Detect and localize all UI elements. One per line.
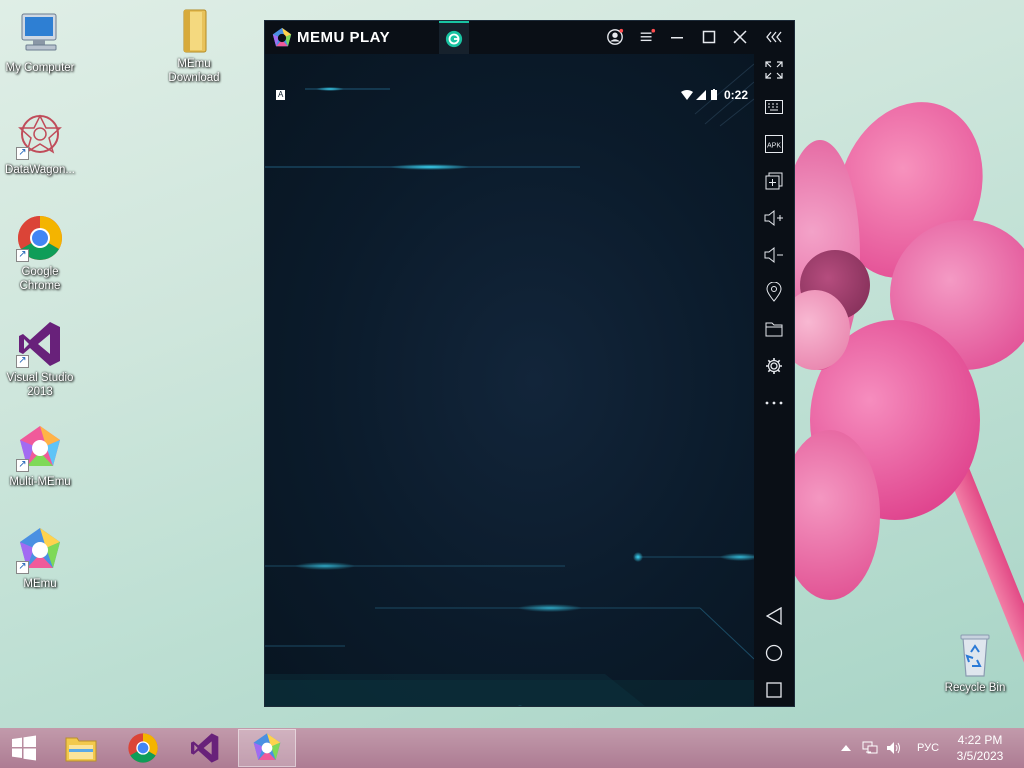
memu-logo-icon — [272, 27, 292, 46]
recents-icon[interactable] — [762, 678, 786, 702]
folder-icon — [170, 6, 218, 54]
settings-icon[interactable] — [762, 354, 786, 378]
desktop-icon-multi-memu[interactable]: ↗ Multi-MEmu — [2, 424, 78, 489]
menu-icon[interactable] — [635, 25, 659, 49]
memu-window[interactable]: MEMU PLAY A 0:22 APK — [264, 20, 795, 707]
home-icon[interactable] — [762, 641, 786, 665]
volume-up-icon[interactable] — [762, 206, 786, 230]
desktop-icon-label: Visual Studio 2013 — [6, 372, 74, 398]
shortcut-arrow-icon: ↗ — [16, 459, 29, 472]
location-icon[interactable] — [762, 280, 786, 304]
taskbar: РУС 4:22 PM 3/5/2023 — [0, 728, 1024, 768]
app-tab-icon — [445, 30, 463, 47]
desktop: My Computer MEmu Download ↗ DataWagon... — [0, 0, 1024, 728]
desktop-icon-datawagon[interactable]: ↗ DataWagon... — [2, 112, 78, 177]
clock[interactable]: 4:22 PM 3/5/2023 — [950, 732, 1010, 764]
flower-wallpaper — [780, 81, 1024, 610]
windows-start-icon[interactable] — [0, 729, 48, 767]
desktop-icon-my-computer[interactable]: My Computer — [2, 10, 78, 75]
desktop-icon-label: My Computer — [5, 62, 75, 74]
back-icon[interactable] — [762, 604, 786, 628]
visual-studio-icon: ↗ — [16, 320, 64, 368]
screen-background — [265, 63, 754, 706]
wifi-icon — [681, 89, 693, 103]
memu-logo-text: MEMU PLAY — [297, 29, 391, 46]
clock-date: 3/5/2023 — [956, 749, 1004, 763]
visual-studio-icon[interactable] — [176, 729, 234, 767]
status-time: 0:22 — [724, 88, 749, 102]
desktop-icon-google-chrome[interactable]: ↗ Google Chrome — [2, 214, 78, 293]
android-screen[interactable]: A 0:22 — [265, 54, 754, 706]
keyboard-icon[interactable] — [762, 95, 786, 119]
more-icon[interactable] — [762, 391, 786, 415]
shortcut-arrow-icon: ↗ — [16, 355, 29, 368]
multi-window-icon[interactable] — [762, 169, 786, 193]
running-app-tab[interactable] — [439, 21, 469, 54]
shortcut-arrow-icon: ↗ — [16, 249, 29, 262]
volume-icon[interactable] — [884, 728, 904, 768]
memu-icon: ↗ — [16, 526, 64, 574]
desktop-icon-label: MEmu Download — [168, 58, 220, 84]
collapse-icon[interactable] — [763, 25, 787, 49]
desktop-icon-memu-download[interactable]: MEmu Download — [156, 6, 232, 85]
folder-icon[interactable] — [762, 317, 786, 341]
multi-memu-icon: ↗ — [16, 424, 64, 472]
desktop-icon-visual-studio[interactable]: ↗ Visual Studio 2013 — [2, 320, 78, 399]
shortcut-arrow-icon: ↗ — [16, 561, 29, 574]
computer-icon — [16, 10, 64, 58]
apk-label: APK — [767, 143, 781, 150]
android-status-bar: A 0:22 — [265, 87, 754, 103]
chrome-icon: ↗ — [16, 214, 64, 262]
desktop-icon-memu[interactable]: ↗ MEmu — [2, 526, 78, 591]
memu-logo: MEMU PLAY — [271, 27, 390, 49]
language-indicator[interactable]: РУС — [910, 728, 946, 768]
volume-down-icon[interactable] — [762, 243, 786, 267]
file-explorer-icon[interactable] — [52, 729, 110, 767]
maximize-icon[interactable] — [697, 25, 721, 49]
desktop-icon-recycle-bin[interactable]: Recycle Bin — [937, 630, 1013, 695]
memu-sidebar: APK — [754, 54, 794, 706]
clock-time: 4:22 PM — [957, 733, 1003, 747]
desktop-icon-label: Recycle Bin — [944, 682, 1006, 694]
shortcut-arrow-icon: ↗ — [16, 147, 29, 160]
status-left-badge: A — [276, 90, 286, 100]
show-hidden-icons-icon[interactable] — [838, 728, 854, 768]
minimize-icon[interactable] — [665, 25, 689, 49]
fullscreen-icon[interactable] — [762, 58, 786, 82]
desktop-icon-label: Multi-MEmu — [9, 476, 71, 488]
account-icon[interactable] — [603, 25, 627, 49]
close-icon[interactable] — [728, 25, 752, 49]
desktop-icon-label: MEmu — [23, 578, 57, 590]
memu-titlebar[interactable]: MEMU PLAY — [265, 21, 794, 54]
desktop-icon-label: DataWagon... — [5, 164, 75, 176]
battery-icon — [711, 89, 717, 103]
desktop-icon-label: Google Chrome — [19, 266, 61, 292]
datawagon-icon: ↗ — [16, 112, 64, 160]
recycle-bin-icon — [951, 630, 999, 678]
signal-icon — [696, 89, 706, 103]
chrome-icon[interactable] — [114, 729, 172, 767]
network-icon[interactable] — [860, 728, 880, 768]
memu-icon[interactable] — [238, 729, 296, 767]
apk-icon[interactable]: APK — [762, 132, 786, 156]
